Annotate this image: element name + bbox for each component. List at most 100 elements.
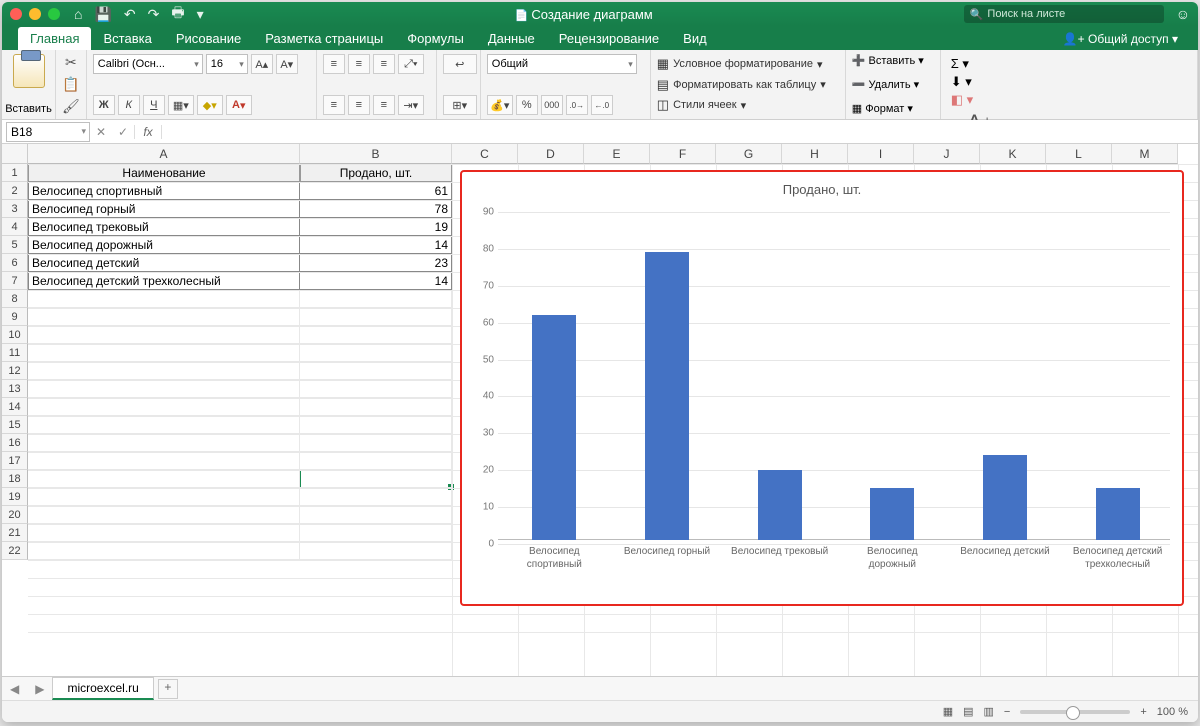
zoom-slider[interactable]: [1020, 710, 1130, 714]
close-window-icon[interactable]: [10, 8, 22, 20]
table-cell[interactable]: Велосипед детский: [28, 254, 300, 272]
row-header[interactable]: 5: [2, 236, 28, 254]
copy-icon[interactable]: 📋: [62, 76, 79, 93]
row-header[interactable]: 8: [2, 290, 28, 308]
table-cell[interactable]: Велосипед дорожный: [28, 236, 300, 254]
home-icon[interactable]: ⌂: [74, 6, 82, 22]
empty-cell[interactable]: [300, 506, 452, 524]
spreadsheet-grid[interactable]: A B C D E F G H I J K L M 12345678910111…: [2, 144, 1198, 676]
delete-cells-button[interactable]: ➖ Удалить ▾: [852, 78, 934, 91]
table-cell[interactable]: 14: [300, 236, 452, 254]
decrease-font-icon[interactable]: A▾: [276, 54, 298, 74]
table-header[interactable]: Наименование: [28, 164, 300, 182]
empty-cell[interactable]: [300, 542, 452, 560]
chart-bar[interactable]: [870, 488, 914, 540]
save-icon[interactable]: 💾: [94, 6, 111, 23]
number-format-select[interactable]: Общий: [487, 54, 637, 74]
orientation-icon[interactable]: ⤢▾: [398, 54, 424, 74]
empty-cell[interactable]: [28, 506, 300, 524]
cancel-formula-icon[interactable]: ✕: [90, 125, 112, 139]
empty-cell[interactable]: [28, 524, 300, 542]
col-header[interactable]: F: [650, 144, 716, 164]
row-header[interactable]: 21: [2, 524, 28, 542]
feedback-icon[interactable]: ☺: [1176, 6, 1190, 22]
empty-cell[interactable]: [300, 398, 452, 416]
qat-more-icon[interactable]: ▾: [197, 6, 204, 23]
col-header-a[interactable]: A: [28, 144, 300, 164]
format-painter-icon[interactable]: 🖌: [62, 98, 80, 115]
bold-button[interactable]: Ж: [93, 95, 115, 115]
row-header[interactable]: 11: [2, 344, 28, 362]
empty-cell[interactable]: [28, 344, 300, 362]
row-header[interactable]: 6: [2, 254, 28, 272]
row-header[interactable]: 7: [2, 272, 28, 290]
fill-icon[interactable]: ⬇ ▾: [951, 74, 1187, 90]
autosum-icon[interactable]: Σ ▾: [951, 56, 1187, 72]
table-cell[interactable]: Велосипед детский трехколесный: [28, 272, 300, 290]
tab-home[interactable]: Главная: [18, 27, 91, 50]
table-header[interactable]: Продано, шт.: [300, 164, 452, 182]
col-header[interactable]: I: [848, 144, 914, 164]
row-header[interactable]: 15: [2, 416, 28, 434]
empty-cell[interactable]: [300, 290, 452, 308]
row-header[interactable]: 10: [2, 326, 28, 344]
confirm-formula-icon[interactable]: ✓: [112, 125, 134, 139]
format-as-table-button[interactable]: ▤Форматировать как таблицу ▾: [657, 75, 839, 95]
col-header[interactable]: L: [1046, 144, 1112, 164]
align-center-icon[interactable]: ≡: [348, 95, 370, 115]
empty-cell[interactable]: [28, 470, 300, 488]
align-middle-icon[interactable]: ≡: [348, 54, 370, 74]
prev-sheet-icon[interactable]: ◀: [2, 682, 27, 696]
table-cell[interactable]: 19: [300, 218, 452, 236]
row-header[interactable]: 22: [2, 542, 28, 560]
empty-cell[interactable]: [300, 434, 452, 452]
row-header[interactable]: 9: [2, 308, 28, 326]
row-header[interactable]: 20: [2, 506, 28, 524]
chart-object[interactable]: Продано, шт. 0102030405060708090 Велосип…: [460, 170, 1184, 606]
col-header[interactable]: H: [782, 144, 848, 164]
empty-cell[interactable]: [28, 308, 300, 326]
empty-cell[interactable]: [28, 416, 300, 434]
select-all-corner[interactable]: [2, 144, 28, 164]
border-button[interactable]: ▦▾: [168, 95, 194, 115]
search-input[interactable]: 🔍 Поиск на листе: [964, 5, 1164, 23]
chart-bar[interactable]: [758, 470, 802, 540]
paste-icon[interactable]: [13, 54, 45, 88]
conditional-formatting-button[interactable]: ▦Условное форматирование ▾: [657, 54, 839, 74]
row-header[interactable]: 2: [2, 182, 28, 200]
empty-cell[interactable]: [300, 452, 452, 470]
align-top-icon[interactable]: ≡: [323, 54, 345, 74]
chart-bar[interactable]: [1096, 488, 1140, 540]
sheet-tab[interactable]: microexcel.ru: [52, 677, 153, 700]
zoom-in-icon[interactable]: +: [1140, 706, 1146, 718]
view-normal-icon[interactable]: ▦: [943, 705, 953, 718]
empty-cell[interactable]: [28, 434, 300, 452]
tab-draw[interactable]: Рисование: [164, 27, 253, 50]
col-header[interactable]: J: [914, 144, 980, 164]
table-cell[interactable]: 61: [300, 182, 452, 200]
increase-decimal-icon[interactable]: .0→: [566, 95, 588, 115]
next-sheet-icon[interactable]: ▶: [27, 682, 52, 696]
zoom-level[interactable]: 100 %: [1157, 706, 1188, 718]
empty-cell[interactable]: [28, 380, 300, 398]
chart-bar[interactable]: [645, 252, 689, 540]
col-header[interactable]: D: [518, 144, 584, 164]
col-header[interactable]: K: [980, 144, 1046, 164]
row-header[interactable]: 12: [2, 362, 28, 380]
row-header[interactable]: 3: [2, 200, 28, 218]
add-sheet-button[interactable]: +: [158, 679, 178, 699]
empty-cell[interactable]: [300, 362, 452, 380]
wrap-text-icon[interactable]: ↩: [443, 54, 477, 74]
empty-cell[interactable]: [300, 416, 452, 434]
increase-font-icon[interactable]: A▴: [251, 54, 273, 74]
empty-cell[interactable]: [28, 362, 300, 380]
share-button[interactable]: 👤+ Общий доступ ▾: [1053, 28, 1188, 50]
name-box[interactable]: B18: [6, 122, 90, 142]
empty-cell[interactable]: [28, 542, 300, 560]
tab-layout[interactable]: Разметка страницы: [253, 27, 395, 50]
empty-cell[interactable]: [300, 380, 452, 398]
empty-cell[interactable]: [28, 290, 300, 308]
row-header[interactable]: 17: [2, 452, 28, 470]
zoom-out-icon[interactable]: −: [1004, 706, 1010, 718]
cut-icon[interactable]: ✂: [65, 54, 77, 71]
